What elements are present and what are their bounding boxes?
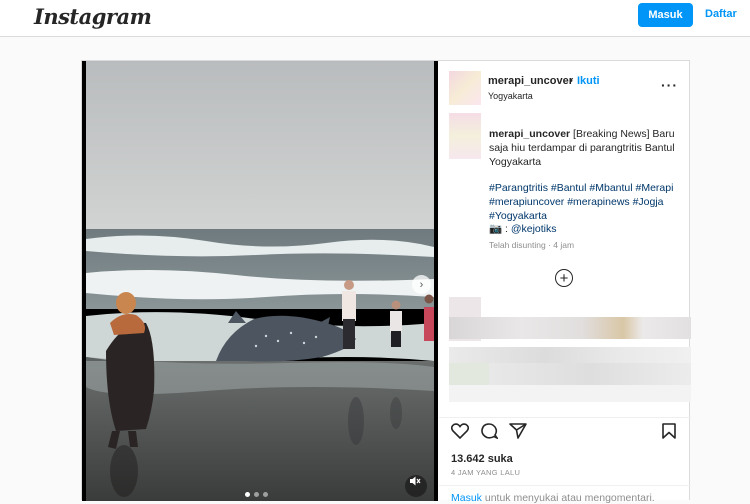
login-prompt-rest: untuk menyukai atau mengomentari. <box>481 492 655 504</box>
plus-circle-icon[interactable]: + <box>555 269 573 287</box>
post-sidebar: merapi_uncover • Ikuti Yogyakarta ··· me… <box>439 61 691 504</box>
camera-credit-prefix: 📷 : <box>489 223 511 235</box>
heart-icon[interactable] <box>451 423 469 439</box>
edited-timestamp: Telah disunting · 4 jam <box>489 240 575 250</box>
post-time: 4 JAM YANG LALU <box>451 468 521 477</box>
caption-username[interactable]: merapi_uncover <box>489 128 570 140</box>
muted-speaker-icon <box>410 476 421 486</box>
credit-handle[interactable]: @kejotiks <box>511 223 557 235</box>
chevron-right-icon: › <box>419 278 424 291</box>
bookmark-icon[interactable] <box>661 423 677 439</box>
login-prompt-text: Masuk untuk menyukai atau mengomentari. <box>451 492 655 504</box>
post-location[interactable]: Yogyakarta <box>488 91 533 101</box>
like-count[interactable]: 13.642 suka <box>451 453 513 465</box>
author-username[interactable]: merapi_uncover <box>488 75 573 87</box>
share-icon[interactable] <box>509 423 527 439</box>
login-prompt: Masuk untuk menyukai atau mengomentari. <box>439 485 691 504</box>
beach-photo <box>86 61 434 501</box>
slide-dot <box>254 492 259 497</box>
author-avatar[interactable] <box>449 71 481 105</box>
mute-toggle-button[interactable] <box>405 475 427 497</box>
top-navigation-bar: Instagram Masuk Daftar <box>0 0 750 37</box>
slide-dot <box>263 492 268 497</box>
hashtags[interactable]: #Parangtritis #Bantul #Mbantul #Merapi #… <box>489 181 689 223</box>
photo-credit: 📷 : @kejotiks <box>489 222 557 235</box>
caption-avatar[interactable] <box>449 113 481 159</box>
post-card: › merapi_uncover • Ikuti Yogyakarta ··· … <box>81 60 691 504</box>
separator-dot: • <box>569 75 573 87</box>
login-button[interactable]: Masuk <box>638 3 693 27</box>
slide-dot <box>245 492 250 497</box>
signup-link[interactable]: Daftar <box>705 8 737 20</box>
login-prompt-link[interactable]: Masuk <box>451 492 482 504</box>
more-options-icon[interactable]: ··· <box>661 77 678 93</box>
next-slide-button[interactable]: › <box>412 275 431 294</box>
follow-button[interactable]: Ikuti <box>577 75 600 87</box>
post-caption: merapi_uncover [Breaking News] Baru saja… <box>489 127 679 169</box>
instagram-logo[interactable]: Instagram <box>34 4 152 29</box>
post-media[interactable]: › <box>82 61 438 501</box>
action-bar <box>439 417 691 443</box>
slide-indicator <box>245 492 268 497</box>
comment-icon[interactable] <box>480 423 498 439</box>
blurred-comments <box>449 297 691 402</box>
